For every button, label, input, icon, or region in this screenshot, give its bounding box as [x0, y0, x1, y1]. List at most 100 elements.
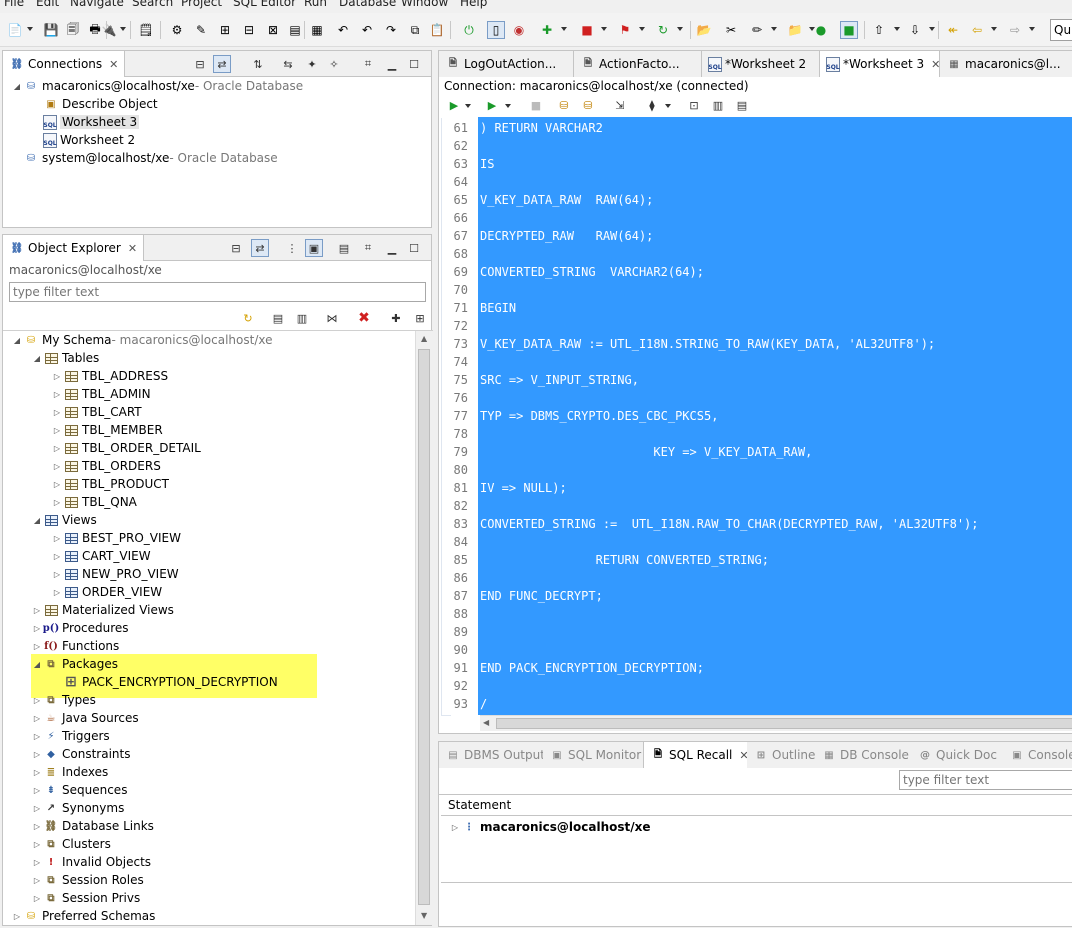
view-item[interactable]: ▷ BEST_PRO_VIEW [51, 529, 181, 547]
expanded-icon[interactable]: ◢ [31, 354, 43, 363]
tab-connections[interactable]: ⛓ Connections ✕ [3, 51, 126, 77]
toggle-icon[interactable]: ▯ [487, 21, 505, 39]
tool-b-icon[interactable]: ✎ [192, 21, 210, 39]
scroll-left-icon[interactable]: ◀ [483, 718, 489, 727]
tab-db-console[interactable]: ▦ DB Console [815, 742, 915, 768]
export-icon[interactable]: ⚑ [616, 21, 634, 39]
tool-f-icon[interactable]: ▤ [286, 21, 304, 39]
functions-node[interactable]: ▷ f() Functions [31, 637, 119, 655]
collapsed-icon[interactable]: ▷ [51, 408, 63, 417]
import-icon[interactable]: ▥ [293, 309, 311, 327]
menu-help[interactable]: Help [460, 0, 487, 9]
package-item[interactable]: ▷ ⊞ PACK_ENCRYPTION_DECRYPTION [51, 673, 278, 691]
refresh-icon[interactable]: ↻ [654, 21, 672, 39]
collapsed-icon[interactable]: ▷ [31, 606, 43, 615]
sql-editor[interactable]: 61) RETURN VARCHAR2 62 63 IS 64 65 V_KEY_DATA_… [442, 117, 1072, 715]
connection-system[interactable]: ⛁ system@localhost/xe - Oracle Database [23, 149, 278, 167]
expanded-icon[interactable]: ◢ [11, 82, 23, 91]
undo-arrow-icon[interactable]: ↶ [358, 21, 376, 39]
folder-icon[interactable]: 📁 [786, 21, 804, 39]
back-icon[interactable]: ⇦ [968, 21, 986, 39]
tool-e-icon[interactable]: ⊠ [264, 21, 282, 39]
worksheet-2-item[interactable]: SQL Worksheet 2 [43, 131, 135, 149]
table-item[interactable]: ▷ TBL_ORDER_DETAIL [51, 439, 201, 457]
category-node[interactable]: ▷ ↗ Synonyms [31, 799, 124, 817]
tool-a-icon[interactable]: ⚙ [168, 21, 186, 39]
menu-edit[interactable]: Edit [36, 0, 59, 9]
collapsed-icon[interactable]: ▷ [31, 714, 43, 723]
maximize-icon[interactable]: ☐ [405, 239, 423, 257]
tables-node[interactable]: ◢ Tables [31, 349, 99, 367]
commit-icon[interactable]: ⛁ [555, 96, 573, 114]
table-item[interactable]: ▷ TBL_CART [51, 403, 142, 421]
table-item[interactable]: ▷ TBL_ORDERS [51, 457, 161, 475]
disconnect-icon[interactable]: ⇆ [279, 55, 297, 73]
table-item[interactable]: ▷ TBL_PRODUCT [51, 475, 169, 493]
new-folder-icon[interactable]: ⊞ [411, 309, 429, 327]
editor-hscrollbar[interactable]: ◀ [480, 715, 1072, 731]
delete-icon[interactable]: ✖ [355, 309, 373, 327]
minimize-icon[interactable]: ▁ [383, 55, 401, 73]
run-tool-icon[interactable]: ▦ [308, 21, 326, 39]
nav-icon[interactable]: ⇧ [870, 21, 888, 39]
menu-run[interactable]: Run [304, 0, 327, 9]
category-node[interactable]: ▷ ⧉ Types [31, 691, 96, 709]
procedures-node[interactable]: ▷ p() Procedures [31, 619, 129, 637]
tab-logoutaction[interactable]: 🗎 LogOutAction... [439, 51, 574, 77]
stop-icon[interactable]: ■ [578, 21, 596, 39]
views-node[interactable]: ◢ Views [31, 511, 97, 529]
my-schema-node[interactable]: ◢ ⛁ My Schema - macaronics@localhost/xe [11, 331, 273, 349]
collapse-all-icon[interactable]: ⊟ [191, 55, 209, 73]
collapsed-icon[interactable]: ▷ [51, 390, 63, 399]
tab-worksheet-2[interactable]: SQL *Worksheet 2 [702, 51, 820, 77]
new-connection-icon[interactable]: ✦ [303, 55, 321, 73]
compare-icon[interactable]: ⋈ [323, 309, 341, 327]
menu-database[interactable]: Database [339, 0, 396, 9]
collapsed-icon[interactable]: ▷ [51, 534, 63, 543]
tab-quick-doc[interactable]: @ Quick Doc [911, 742, 1003, 768]
packages-node[interactable]: ◢ ⧉ Packages [31, 655, 118, 673]
compare-icon[interactable]: ⌗ [359, 239, 377, 257]
collapse-all-icon[interactable]: ⊟ [227, 239, 245, 257]
rollback-icon[interactable]: ⛁ [579, 96, 597, 114]
collapsed-icon[interactable]: ▷ [51, 426, 63, 435]
expanded-icon[interactable]: ◢ [31, 516, 43, 525]
collapsed-icon[interactable]: ▷ [31, 642, 43, 651]
collapsed-icon[interactable]: ▷ [51, 372, 63, 381]
expanded-icon[interactable]: ◢ [11, 336, 23, 345]
collapsed-icon[interactable]: ▷ [31, 876, 43, 885]
tab-sql-monitor[interactable]: ▣ SQL Monitor [543, 742, 648, 768]
category-node[interactable]: ▷ ☕ Java Sources [31, 709, 139, 727]
category-node[interactable]: ▷ ⧉ Session Roles [31, 871, 144, 889]
stop-icon[interactable]: ■ [527, 96, 545, 114]
pencil-icon[interactable]: ✏ [748, 21, 766, 39]
connection-macaronics[interactable]: ◢ ⛁ macaronics@localhost/xe - Oracle Dat… [11, 77, 303, 95]
hscrollbar-thumb[interactable] [496, 718, 1072, 729]
category-node[interactable]: ▷ ⇟ Sequences [31, 781, 128, 799]
execute-script-icon[interactable]: ▶ [445, 96, 463, 114]
collapsed-icon[interactable]: ▷ [31, 768, 43, 777]
preferred-schemas-node[interactable]: ▷ ⛁ Preferred Schemas [11, 907, 155, 925]
redo-icon[interactable]: ↷ [382, 21, 400, 39]
materialized-views-node[interactable]: ▷ Materialized Views [31, 601, 174, 619]
execute-icon[interactable]: ▶ [483, 96, 501, 114]
view-item[interactable]: ▷ ORDER_VIEW [51, 583, 162, 601]
connect-icon[interactable]: ⇅ [249, 55, 267, 73]
save-icon[interactable]: 💾 [42, 21, 60, 39]
tree-icon[interactable]: ⌗ [359, 55, 377, 73]
category-node[interactable]: ▷ ⚡ Triggers [31, 727, 110, 745]
paste-icon[interactable]: 📋 [428, 21, 446, 39]
scroll-up-icon[interactable]: ▲ [421, 334, 427, 343]
collapsed-icon[interactable]: ▷ [51, 570, 63, 579]
menu-file[interactable]: File [4, 0, 24, 9]
tool-g-icon[interactable]: ✂ [722, 21, 740, 39]
green-circle-icon[interactable]: ● [812, 21, 830, 39]
collapsed-icon[interactable]: ▷ [31, 786, 43, 795]
menu-sql-editor[interactable]: SQL Editor [233, 0, 296, 9]
open-folder-icon[interactable]: 📂 [695, 21, 713, 39]
export-ddl-icon[interactable]: ▤ [269, 309, 287, 327]
minimize-icon[interactable]: ▁ [383, 239, 401, 257]
table-item[interactable]: ▷ TBL_MEMBER [51, 421, 163, 439]
layout-1-icon[interactable]: ⊡ [685, 96, 703, 114]
category-node[interactable]: ▷ ⛓ Database Links [31, 817, 154, 835]
